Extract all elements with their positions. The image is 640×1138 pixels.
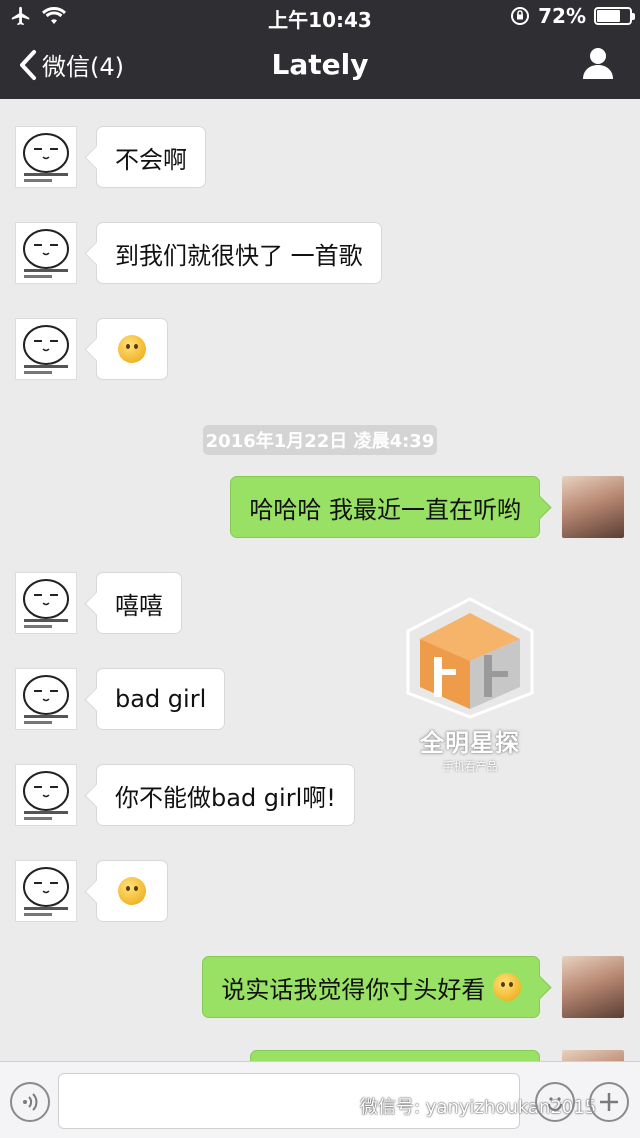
meme-face-icon	[23, 771, 69, 820]
emoji-button[interactable]	[535, 1082, 575, 1122]
contact-avatar[interactable]	[15, 222, 77, 284]
message-text: 到我们就很快了 一首歌	[115, 241, 363, 270]
incoming-message-bubble[interactable]: bad girl	[96, 668, 226, 730]
message-text: 嘻嘻	[115, 591, 163, 620]
my-avatar[interactable]	[562, 956, 624, 1018]
contact-avatar[interactable]	[15, 860, 77, 922]
my-avatar[interactable]	[562, 476, 624, 538]
battery-tip	[632, 13, 635, 20]
message-list[interactable]: 不会啊 到我们就很快了 一首歌 2016年1月22日 凌晨4:39 哈哈哈 我最…	[0, 99, 640, 1061]
outgoing-message-bubble[interactable]: 说实话我觉得你寸头好看	[202, 956, 540, 1018]
input-bar: 微信号: yanyizhoukan2015	[0, 1061, 640, 1138]
top-header: 上午10:43 72% 微信(4) Lately	[0, 0, 640, 99]
message-text: 不会啊	[115, 145, 187, 174]
battery-icon	[594, 7, 635, 25]
tongue-wink-emoji-icon	[493, 973, 521, 1001]
contact-avatar[interactable]	[15, 126, 77, 188]
battery-level	[597, 10, 620, 22]
voice-input-button[interactable]	[10, 1082, 50, 1122]
chat-title: Lately	[271, 48, 369, 81]
message-text: 你不能做bad girl啊!	[115, 783, 336, 812]
more-actions-button[interactable]	[589, 1082, 629, 1122]
incoming-message-bubble[interactable]: 你不能做bad girl啊!	[96, 764, 355, 826]
incoming-message-bubble[interactable]: 不会啊	[96, 126, 206, 188]
meme-face-icon	[23, 675, 69, 724]
incoming-message-bubble[interactable]: 到我们就很快了 一首歌	[96, 222, 382, 284]
incoming-message-bubble[interactable]	[96, 318, 168, 380]
smiley-icon	[548, 1097, 562, 1111]
battery-percent: 72%	[538, 4, 586, 28]
status-right-icons: 72%	[510, 4, 635, 28]
meme-face-icon	[23, 229, 69, 278]
contact-avatar[interactable]	[15, 764, 77, 826]
voice-icon	[23, 1093, 38, 1111]
contact-avatar[interactable]	[15, 668, 77, 730]
wechat-logo-icon	[330, 1096, 354, 1115]
watermark-title: 全明星探	[420, 729, 520, 757]
contact-avatar[interactable]	[15, 572, 77, 634]
nav-bar: 微信(4) Lately	[0, 34, 640, 99]
watermark-logo: 全明星探 手机看产品	[404, 597, 536, 774]
status-bar: 上午10:43 72%	[0, 0, 640, 34]
thinking-emoji-icon	[118, 335, 146, 363]
my-avatar[interactable]	[562, 1050, 624, 1061]
incoming-message-bubble[interactable]	[96, 860, 168, 922]
person-icon	[583, 48, 613, 79]
blush-emoji-icon	[118, 877, 146, 905]
message-text: 哈哈哈 我最近一直在听哟	[249, 495, 521, 524]
meme-face-icon	[23, 579, 69, 628]
outgoing-message-bubble[interactable]	[250, 1050, 540, 1061]
message-timestamp: 2016年1月22日 凌晨4:39	[203, 425, 437, 455]
contact-avatar[interactable]	[15, 318, 77, 380]
chat-info-button[interactable]	[582, 46, 614, 84]
meme-face-icon	[23, 325, 69, 374]
plus-icon	[600, 1093, 618, 1111]
rotation-lock-icon	[511, 7, 530, 25]
message-text: 说实话我觉得你寸头好看	[221, 975, 486, 1004]
message-text: bad girl	[115, 685, 207, 713]
incoming-message-bubble[interactable]: 嘻嘻	[96, 572, 182, 634]
meme-face-icon	[23, 867, 69, 916]
watermark-subtitle: 手机看产品	[442, 760, 498, 773]
cube-logo-icon	[406, 597, 534, 719]
outgoing-message-bubble[interactable]: 哈哈哈 我最近一直在听哟	[230, 476, 540, 538]
meme-face-icon	[23, 133, 69, 182]
